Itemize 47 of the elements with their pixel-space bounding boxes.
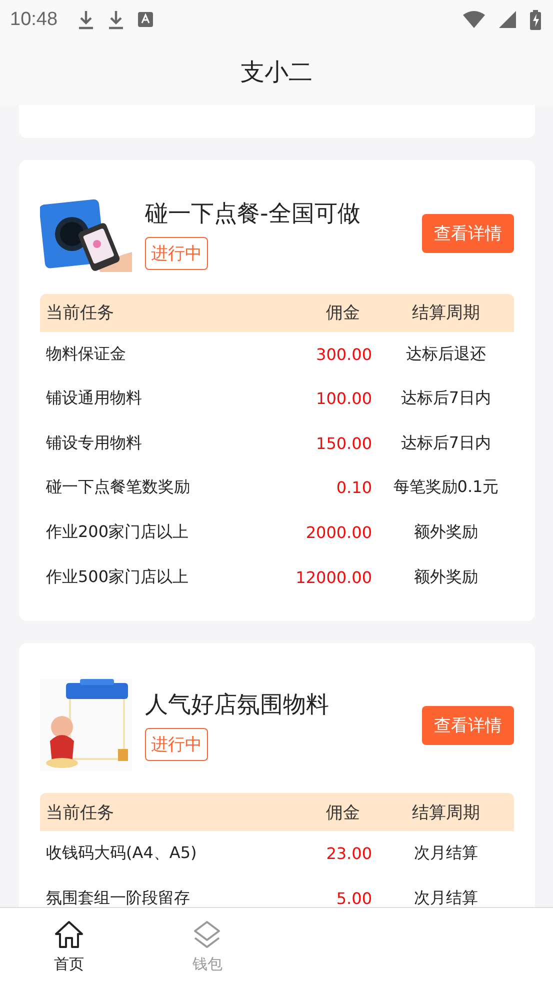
task-name: 收钱码大码(A4、A5) [46,843,198,864]
status-badge: 进行中 [145,236,208,270]
column-header: 当前任务 [46,802,115,824]
settlement-period: 次月结算 [413,888,479,908]
settlement-period: 次月结算 [413,843,479,864]
home-icon [53,918,86,951]
commission-amount: 100.00 [315,389,373,408]
commission-amount: 5.00 [335,888,373,908]
status-time: 10:48 [10,8,58,31]
commission-amount: 150.00 [315,434,373,453]
commission-amount: 2000.00 [304,523,373,542]
task-name: 铺设专用物料 [46,432,143,454]
task-name: 作业200家门店以上 [46,522,190,544]
settlement-period: 达标后7日内 [400,432,492,454]
nav-tab[interactable]: 首页 [0,908,138,984]
download-icon [108,10,124,30]
task-name: 物料保证金 [46,344,127,365]
settlement-period: 达标后退还 [405,344,487,365]
details-button[interactable]: 查看详情 [422,706,514,745]
status-badge: 进行中 [145,728,208,762]
column-header: 佣金 [325,302,361,324]
settlement-period: 额外奖励 [413,566,479,588]
page-title: 支小二 [240,57,312,88]
wifi-icon [463,11,485,28]
task-name: 碰一下点餐笔数奖励 [46,477,191,498]
battery-icon [530,10,541,30]
column-header: 结算周期 [411,802,481,824]
task-name: 作业500家门店以上 [46,566,190,588]
task-title: 人气好店氛围物料 [145,691,329,720]
download-icon [78,10,94,30]
commission-amount: 0.10 [335,478,373,498]
task-name: 铺设通用物料 [46,388,143,410]
task-name: 氛围套组一阶段留存 [46,888,191,908]
commission-amount: 12000.00 [294,568,373,587]
column-header: 结算周期 [411,302,481,324]
settlement-period: 每笔奖励0.1元 [392,477,500,498]
commission-amount: 23.00 [325,844,373,864]
settlement-period: 达标后7日内 [400,388,492,410]
column-header: 佣金 [325,802,361,824]
details-button[interactable]: 查看详情 [422,214,514,254]
column-header: 当前任务 [46,302,115,324]
signal-icon [499,11,516,28]
nav-tab[interactable]: 钱包 [138,908,276,984]
settlement-period: 额外奖励 [413,522,479,544]
keyboard-icon [138,12,153,28]
commission-amount: 300.00 [315,344,373,364]
task-title: 碰一下点餐-全国可做 [145,200,360,229]
